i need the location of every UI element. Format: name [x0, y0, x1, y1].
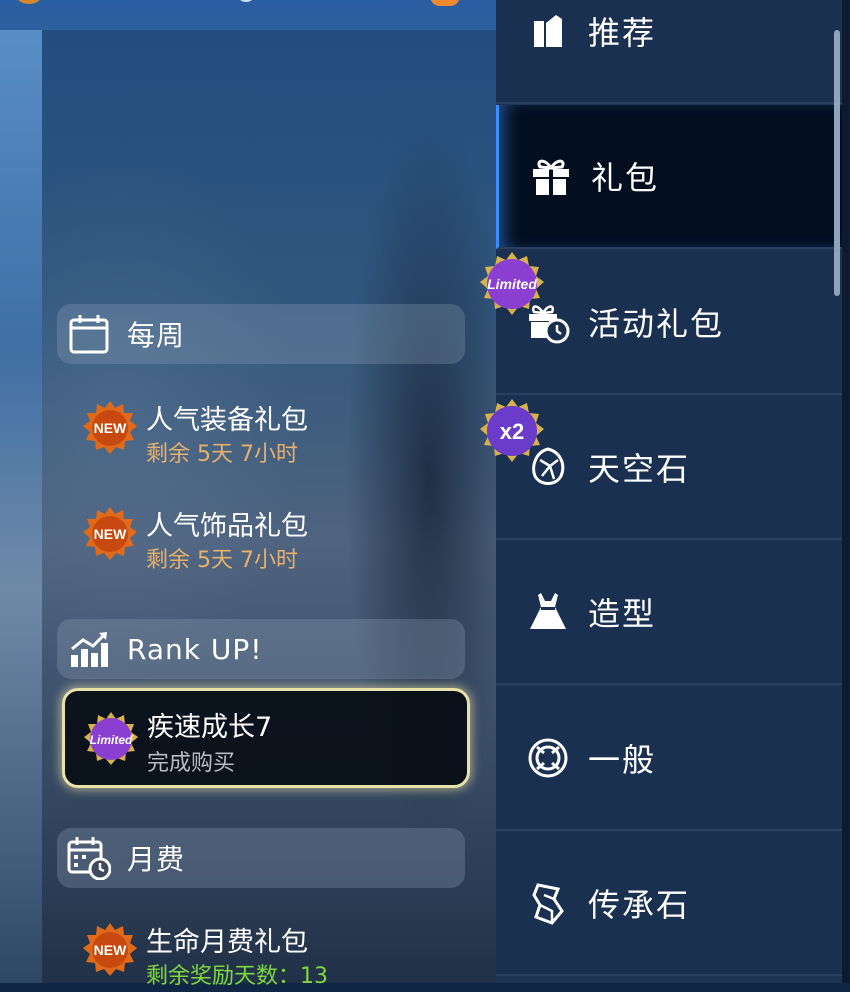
background-sky-edge [0, 0, 42, 983]
item-title: 人气饰品礼包 [146, 511, 308, 542]
nav-item-inheritance-stone[interactable]: 传承石 [496, 832, 842, 976]
svg-text:NEW: NEW [94, 526, 127, 542]
nav-label: 一般 [588, 741, 657, 779]
list-item-monthly-0[interactable]: NEW 生命月费礼包 剩余奖励天数：13 [78, 914, 468, 992]
nav-item-recommend[interactable]: 推荐 [496, 0, 842, 104]
section-header-weekly: 每周 [57, 304, 465, 364]
growth-chart-icon [67, 627, 111, 671]
top-coin-icon[interactable] [14, 0, 44, 4]
top-bell-icon[interactable] [430, 0, 460, 6]
item-title: 疾速成长7 [147, 712, 273, 743]
section-header-rank-up: Rank UP! [57, 619, 465, 679]
scroll-track [842, 0, 850, 983]
dress-icon [524, 588, 572, 636]
nav-item-gift[interactable]: 礼包 [496, 105, 842, 249]
nav-label: 礼包 [591, 159, 660, 197]
nav-item-event-gift[interactable]: 活动礼包 [496, 251, 842, 395]
inheritance-stone-icon [524, 879, 572, 927]
x2-badge-text: x2 [500, 419, 524, 444]
new-badge-icon: NEW [83, 401, 137, 454]
nav-item-sky-stone[interactable]: 天空石 [496, 396, 842, 540]
svg-text:NEW: NEW [94, 942, 127, 958]
list-item-weekly-0[interactable]: NEW 人气装备礼包 剩余 5天 7小时 [78, 392, 468, 470]
nav-label: 天空石 [588, 450, 691, 488]
new-badge-icon: NEW [83, 507, 137, 560]
section-title: 月费 [127, 843, 186, 876]
nav-item-costume[interactable]: 造型 [496, 541, 842, 685]
item-countdown: 剩余 5天 7小时 [146, 442, 298, 467]
nav-item-general[interactable]: 一般 [496, 687, 842, 831]
nav-label: 传承石 [588, 886, 691, 924]
item-status: 完成购买 [147, 751, 236, 776]
item-countdown: 剩余 5天 7小时 [146, 548, 298, 573]
list-item-weekly-1[interactable]: NEW 人气饰品礼包 剩余 5天 7小时 [78, 498, 468, 576]
section-title: Rank UP! [127, 632, 263, 666]
gift-icon [527, 152, 575, 200]
section-header-monthly: 月费 [57, 828, 465, 888]
calendar-clock-icon [67, 836, 111, 880]
list-item-rank-selected[interactable]: Limited 疾速成长7 完成购买 [62, 688, 470, 788]
general-icon [524, 734, 572, 782]
x2-badge-icon: x2 [480, 399, 544, 462]
calendar-icon [67, 312, 111, 356]
item-remaining-days: 剩余奖励天数：13 [146, 964, 328, 989]
svg-text:NEW: NEW [94, 420, 127, 436]
top-gem-icon[interactable] [236, 0, 256, 2]
svg-text:Limited: Limited [90, 733, 133, 747]
section-title: 每周 [127, 319, 186, 352]
item-title: 生命月费礼包 [146, 927, 308, 958]
limited-badge-icon: Limited [84, 712, 138, 765]
nav-label: 造型 [588, 595, 657, 633]
recommend-icon [524, 7, 572, 55]
svg-text:Limited: Limited [487, 276, 537, 292]
scrollbar[interactable] [834, 30, 840, 296]
nav-label: 活动礼包 [588, 305, 725, 343]
new-badge-icon: NEW [83, 923, 137, 976]
item-title: 人气装备礼包 [146, 405, 308, 436]
nav-label: 推荐 [588, 14, 657, 52]
limited-badge-icon: Limited [480, 252, 544, 315]
